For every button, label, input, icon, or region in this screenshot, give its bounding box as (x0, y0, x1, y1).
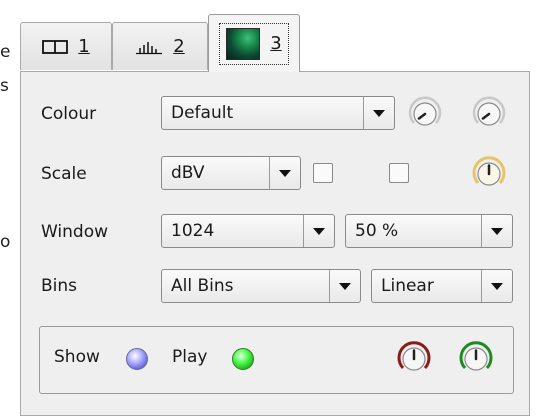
window-label: Window (41, 222, 109, 242)
scale-select-value: dBV (171, 163, 205, 183)
bins-select-value: All Bins (171, 276, 234, 296)
histogram-icon (136, 41, 163, 54)
colour-label: Colour (41, 104, 97, 124)
tab-3-label: 3 (270, 33, 282, 54)
chevron-down-icon (481, 270, 512, 302)
split-view-icon (42, 39, 69, 54)
bins-select[interactable]: All Bins (161, 269, 361, 303)
scale-checkbox-2[interactable] (389, 163, 409, 183)
colour-knob-1[interactable] (407, 96, 443, 132)
clipped-text-fragment: e (0, 42, 11, 62)
play-gain-knob[interactable] (458, 341, 494, 377)
play-toggle-led[interactable] (232, 348, 254, 370)
tab-2-label: 2 (173, 36, 185, 57)
show-play-group: Show Play (39, 326, 514, 394)
tab-3[interactable]: 3 (208, 14, 300, 72)
window-overlap-value: 50 % (355, 221, 399, 241)
spectrogram-thumbnail-icon (226, 27, 261, 60)
window-size-value: 1024 (171, 221, 215, 241)
chevron-down-icon (329, 270, 360, 302)
window-size-select[interactable]: 1024 (161, 214, 335, 248)
show-gain-knob[interactable] (396, 341, 432, 377)
scale-select[interactable]: dBV (161, 156, 301, 190)
window-overlap-select[interactable]: 50 % (345, 214, 513, 248)
tab-1-label: 1 (78, 36, 90, 57)
colour-knob-2[interactable] (471, 96, 507, 132)
show-label: Show (54, 347, 100, 367)
tab-2[interactable]: 2 (112, 22, 208, 70)
play-label: Play (172, 347, 208, 367)
tab-1[interactable]: 1 (20, 22, 112, 70)
settings-panel: Colour Default Scale dBV Window 1024 50 … (20, 71, 530, 416)
chevron-down-icon (303, 215, 334, 247)
clipped-text-fragment: s (0, 76, 9, 96)
frequency-scale-value: Linear (381, 276, 434, 296)
chevron-down-icon (481, 215, 512, 247)
clipped-text-fragment: o (0, 232, 11, 252)
show-toggle-led[interactable] (126, 348, 148, 370)
colour-select-value: Default (171, 103, 234, 123)
colour-select[interactable]: Default (161, 96, 395, 130)
scale-label: Scale (41, 164, 87, 184)
frequency-scale-select[interactable]: Linear (371, 269, 513, 303)
scale-checkbox-1[interactable] (313, 163, 333, 183)
chevron-down-icon (269, 157, 300, 189)
bins-label: Bins (41, 276, 78, 296)
chevron-down-icon (363, 97, 394, 129)
gain-knob[interactable] (471, 156, 507, 192)
